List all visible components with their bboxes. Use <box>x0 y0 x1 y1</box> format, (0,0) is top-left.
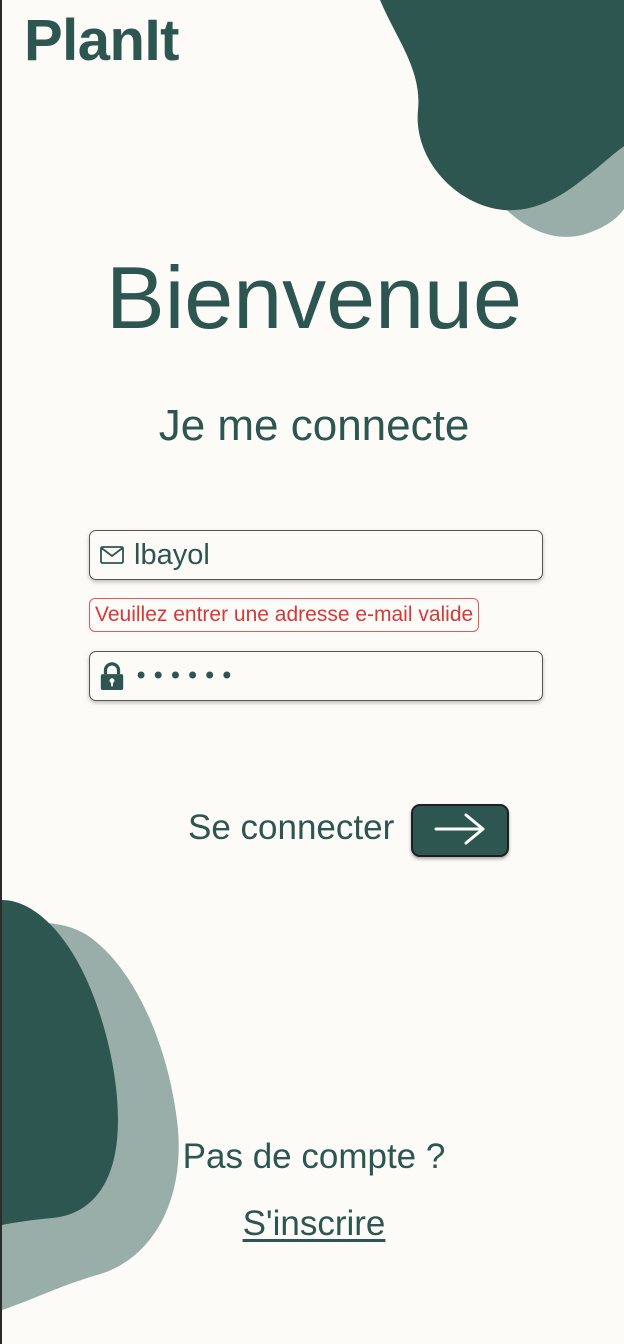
no-account-text: Pas de compte ? <box>182 1137 446 1176</box>
login-submit-button[interactable] <box>411 804 509 857</box>
password-input[interactable]: •••••• <box>126 654 542 698</box>
email-error-message: Veuillez entrer une adresse e-mail valid… <box>89 598 480 632</box>
login-label: Se connecter <box>188 808 395 847</box>
signup-link[interactable]: S'inscrire <box>243 1204 386 1243</box>
email-field[interactable] <box>89 530 543 580</box>
signup-link-wrapper: S'inscrire <box>2 1203 624 1245</box>
email-input[interactable] <box>126 533 542 577</box>
password-field[interactable]: •••••• <box>89 651 543 701</box>
login-screen: PlanIt Bienvenue Je me connecte Veuillez… <box>0 0 624 1344</box>
mail-icon <box>98 540 126 570</box>
brand-logo: PlanIt <box>24 8 179 73</box>
lock-icon <box>98 661 126 691</box>
welcome-title: Bienvenue <box>106 248 522 347</box>
arrow-right-icon <box>432 812 488 849</box>
login-subtitle: Je me connecte <box>158 401 470 450</box>
